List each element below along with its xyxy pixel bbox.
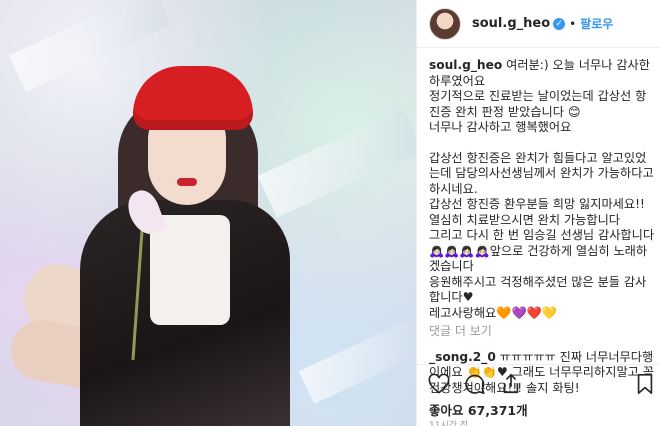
avatar[interactable] <box>429 7 461 40</box>
likes-count[interactable]: 좋아요 67,371개 <box>429 400 528 419</box>
action-bar <box>417 364 660 402</box>
caption-line: 갑상선 항진증 환우분들 희망 잃지마세요!! <box>429 197 645 211</box>
follow-button[interactable]: 팔로우 <box>580 15 613 32</box>
more-comments-link[interactable]: 댓글 더 보기 <box>429 324 657 340</box>
heart-icon[interactable] <box>427 372 451 396</box>
caption-line: 갑상선 항진증은 완치가 힘들다고 알고있었는데 담당의사선생님께서 완치가 가… <box>429 150 658 196</box>
caption-first-line: soul.g_heo 여러분:) 오늘 너무나 감사한 하루였어요 <box>429 58 657 89</box>
caption-username[interactable]: soul.g_heo <box>429 58 502 72</box>
comment-username[interactable]: _song.2_0 <box>429 350 496 364</box>
header-username[interactable]: soul.g_heo <box>472 16 550 31</box>
caption-line: 레고사랑해요🧡💜❤️💛 <box>429 305 557 320</box>
caption-line: 그리고 다시 한 번 임승길 선생님 감사합니다🙇🏻‍♀️🙇🏻‍♀️🙇🏻‍♀️🙇… <box>429 228 655 273</box>
caption-gap <box>429 136 657 151</box>
caption-line: 너무나 감사하고 행복했어요 <box>429 120 572 134</box>
photo-shirt <box>150 215 230 325</box>
foil-highlight <box>298 312 416 404</box>
separator-dot: • <box>569 16 577 31</box>
photo-lips <box>177 178 197 186</box>
post-timestamp: 11시간 전 <box>429 421 469 426</box>
caption-line: 열심히 치료받으시면 완치 가능합니다 <box>429 212 621 227</box>
post-panel: soul.g_heo ✓ • 팔로우 soul.g_heo 여러분:) 오늘 너… <box>416 0 660 426</box>
photo-beret <box>133 66 253 130</box>
post-header: soul.g_heo ✓ • 팔로우 <box>417 0 660 48</box>
comment-bubble-icon[interactable] <box>463 372 487 396</box>
foil-highlight <box>257 108 416 218</box>
caption-line: 정기적으로 진료받는 날이었는데 갑상선 항진증 완치 판정 받았습니다 😊 <box>429 89 647 119</box>
caption-line: 응원해주시고 걱정해주셨던 많은 분들 감사합니다♥ <box>429 274 647 305</box>
comments-section: soul.g_heo 여러분:) 오늘 너무나 감사한 하루였어요 정기적으로 … <box>429 58 657 394</box>
bookmark-icon[interactable] <box>633 372 657 396</box>
post-photo <box>0 0 416 426</box>
foil-highlight <box>9 0 171 92</box>
share-icon[interactable] <box>499 372 523 396</box>
verified-badge-icon: ✓ <box>553 17 566 30</box>
